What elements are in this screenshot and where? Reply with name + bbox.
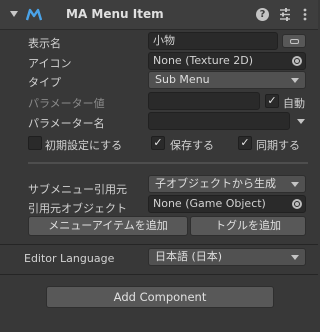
parameter-value-field[interactable]	[148, 92, 260, 110]
source-object-label: 引用元オブジェクト	[28, 202, 127, 215]
editor-language-value: 日本語 (日本)	[155, 250, 223, 263]
submenu-source-label: サブメニュー引用元	[28, 183, 127, 196]
type-dropdown[interactable]: Sub Menu	[148, 71, 306, 89]
editor-language-label: Editor Language	[24, 252, 115, 265]
auto-checkbox[interactable]: ✓	[265, 94, 279, 108]
type-label: タイプ	[28, 76, 61, 89]
object-picker-icon[interactable]	[292, 56, 302, 66]
parameter-value-label: パラメーター値	[28, 97, 105, 110]
help-icon[interactable]: ?	[256, 8, 269, 21]
add-menu-item-button[interactable]: メニューアイテムを追加	[28, 216, 188, 236]
chevron-down-icon	[291, 78, 299, 83]
object-picker-icon[interactable]	[292, 199, 302, 209]
kebab-menu-icon[interactable]	[300, 7, 310, 22]
edit-name-button[interactable]	[282, 34, 306, 48]
type-value: Sub Menu	[155, 73, 210, 86]
display-name-field[interactable]: 小物	[148, 32, 278, 50]
editor-language-dropdown[interactable]: 日本語 (日本)	[148, 248, 306, 266]
source-object-value: None (Game Object)	[153, 197, 266, 210]
text-icon	[290, 39, 299, 44]
submenu-source-dropdown[interactable]: 子オブジェクトから生成	[148, 175, 306, 193]
parameter-name-label: パラメーター名	[28, 117, 105, 130]
ma-logo-icon	[26, 8, 42, 21]
parameter-name-field[interactable]	[148, 112, 290, 130]
parameter-name-dropdown-icon[interactable]	[297, 119, 305, 124]
component-header[interactable]: MA Menu Item ?	[0, 0, 318, 30]
sync-label: 同期する	[256, 139, 300, 152]
preset-icon[interactable]	[278, 7, 292, 22]
display-name-label: 表示名	[28, 37, 61, 50]
foldout-arrow-icon[interactable]	[10, 11, 18, 17]
add-toggle-button[interactable]: トグルを追加	[190, 216, 306, 236]
initial-checkbox[interactable]	[28, 136, 42, 150]
chevron-down-icon	[291, 255, 299, 260]
save-checkbox[interactable]: ✓	[151, 136, 165, 150]
save-label: 保存する	[170, 139, 214, 152]
sync-checkbox[interactable]: ✓	[238, 136, 252, 150]
source-object-field[interactable]: None (Game Object)	[148, 195, 306, 213]
initial-label: 初期設定にする	[45, 139, 123, 152]
add-component-button[interactable]: Add Component	[46, 286, 274, 308]
submenu-source-value: 子オブジェクトから生成	[155, 177, 276, 190]
icon-field[interactable]: None (Texture 2D)	[148, 52, 306, 70]
divider	[28, 162, 308, 164]
separator	[0, 244, 318, 245]
separator	[0, 274, 318, 275]
auto-label: 自動	[283, 97, 305, 110]
icon-value: None (Texture 2D)	[153, 54, 254, 67]
icon-label: アイコン	[28, 57, 72, 70]
component-title: MA Menu Item	[66, 7, 164, 21]
chevron-down-icon	[291, 182, 299, 187]
